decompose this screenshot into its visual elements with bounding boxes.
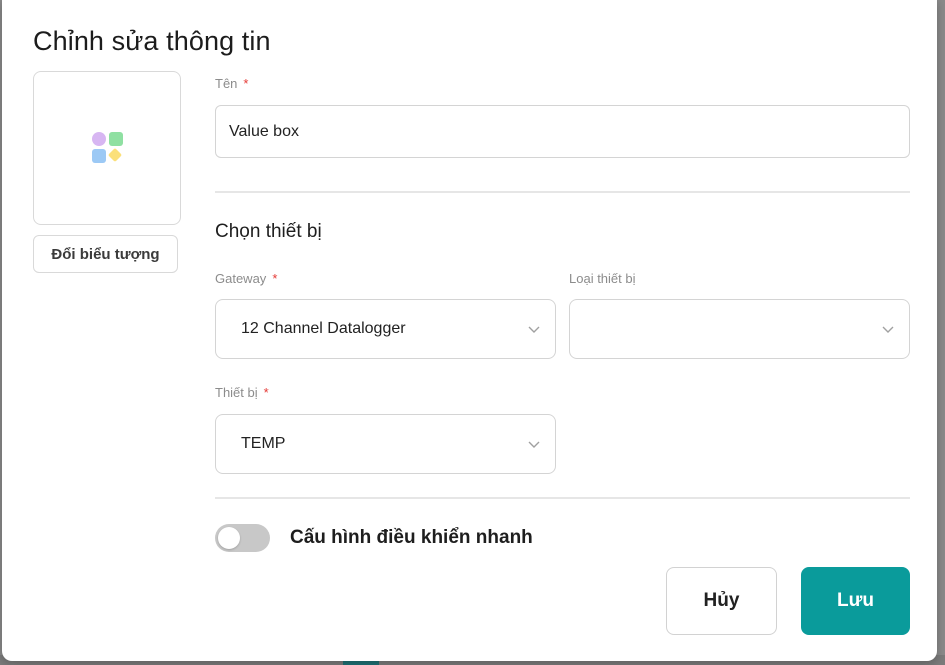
gateway-select[interactable]: 12 Channel Datalogger — [215, 299, 556, 359]
widget-grid-icon — [92, 132, 123, 163]
quick-control-label: Cấu hình điều khiển nhanh — [290, 527, 533, 548]
chevron-down-icon — [882, 326, 894, 333]
required-mark: * — [272, 271, 278, 286]
device-type-select[interactable] — [569, 299, 910, 359]
required-mark: * — [243, 76, 249, 91]
chevron-down-icon — [528, 326, 540, 333]
save-button[interactable]: Lưu — [801, 567, 910, 635]
icon-preview — [33, 71, 181, 225]
chevron-down-icon — [528, 441, 540, 448]
device-select-value: TEMP — [241, 435, 286, 452]
dialog-title: Chỉnh sửa thông tin — [33, 26, 271, 56]
name-input[interactable]: Value box — [215, 105, 910, 158]
divider — [215, 497, 910, 499]
name-label-text: Tên — [215, 76, 238, 91]
device-label-text: Thiết bị — [215, 385, 258, 400]
edit-info-dialog: Chỉnh sửa thông tin Đổi biểu tượng Tên * … — [2, 0, 937, 661]
required-mark: * — [263, 385, 269, 400]
quick-control-toggle[interactable] — [215, 524, 270, 552]
device-select[interactable]: TEMP — [215, 414, 556, 474]
change-icon-button[interactable]: Đổi biểu tượng — [33, 235, 178, 273]
device-type-label: Loại thiết bị — [569, 271, 636, 286]
name-input-value: Value box — [229, 122, 299, 140]
divider — [215, 191, 910, 193]
cancel-button[interactable]: Hủy — [666, 567, 777, 635]
gateway-label: Gateway * — [215, 271, 277, 286]
device-section-title: Chọn thiết bị — [215, 221, 322, 242]
toggle-knob — [218, 527, 240, 549]
name-label: Tên * — [215, 76, 248, 91]
gateway-label-text: Gateway — [215, 271, 267, 286]
device-label: Thiết bị * — [215, 385, 269, 400]
gateway-select-value: 12 Channel Datalogger — [241, 320, 406, 337]
